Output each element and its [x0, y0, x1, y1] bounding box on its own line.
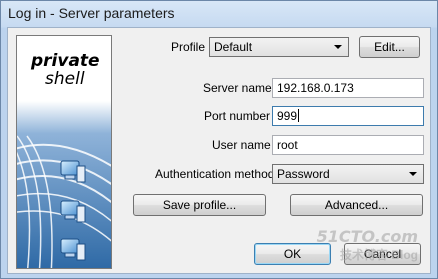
window-title: Log in - Server parameters — [8, 5, 175, 21]
server-name-value: 192.168.0.173 — [277, 81, 354, 95]
server-name-input[interactable]: 192.168.0.173 — [272, 78, 424, 98]
authentication-method-selected-value: Password — [277, 167, 330, 181]
cancel-button[interactable]: Cancel — [344, 243, 421, 265]
advanced-button[interactable]: Advanced... — [290, 194, 423, 216]
chevron-down-icon — [334, 45, 342, 49]
logo-line-private: private — [30, 51, 100, 71]
server-name-label: Server name — [203, 81, 272, 95]
ok-button[interactable]: OK — [254, 243, 331, 265]
text-caret — [298, 109, 300, 122]
port-number-label: Port number — [204, 109, 271, 123]
logo-line-shell: shell — [45, 69, 85, 89]
user-name-value: root — [277, 138, 298, 152]
user-name-input[interactable]: root — [272, 135, 424, 155]
privateshell-logo-panel: private shell — [16, 35, 112, 269]
login-dialog-window: Log in - Server parameters private shell… — [0, 0, 438, 279]
save-profile-button[interactable]: Save profile... — [133, 194, 266, 216]
authentication-method-label: Authentication method — [155, 167, 275, 181]
network-computers-icon: private shell — [17, 36, 111, 268]
authentication-method-select[interactable]: Password — [272, 164, 424, 184]
user-name-label: User name — [212, 138, 271, 152]
profile-select[interactable]: Default — [209, 37, 349, 57]
profile-selected-value: Default — [214, 40, 253, 54]
dialog-client-area: private shell Profile Default Edit... Se… — [7, 27, 431, 274]
title-bar[interactable]: Log in - Server parameters — [1, 1, 437, 27]
port-number-value: 999 — [277, 109, 298, 123]
profile-label: Profile — [171, 40, 206, 54]
port-number-input[interactable]: 999 — [272, 106, 424, 126]
edit-profile-button[interactable]: Edit... — [359, 36, 420, 58]
chevron-down-icon — [409, 172, 417, 176]
